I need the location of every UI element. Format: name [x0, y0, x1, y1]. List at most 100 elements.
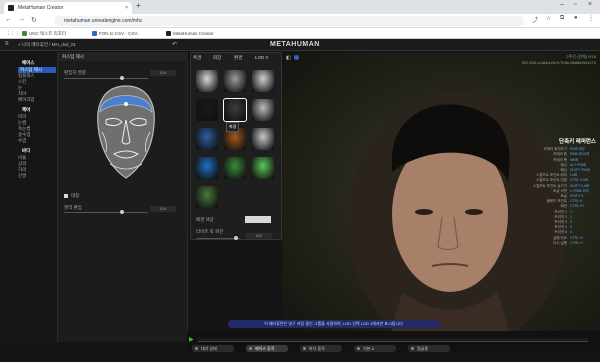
timeline[interactable] [198, 338, 588, 342]
light-rotation-label: 라이트 락 회전 [196, 229, 224, 234]
new-tab-icon[interactable]: + [136, 1, 141, 10]
nav-section-title: 바디 [22, 148, 31, 153]
profile-icon[interactable]: ● [574, 15, 578, 21]
share-icon[interactable]: ⤴ [532, 15, 538, 24]
back-icon[interactable]: ← [5, 16, 12, 23]
lighting-preset-tile[interactable] [252, 99, 274, 121]
tab-render[interactable]: 화장 [213, 55, 221, 61]
tab-lighting[interactable]: 촉경 [193, 55, 201, 61]
background-color-label: 배경 색상 [196, 217, 214, 222]
shortcut-row: 다시 실행 CTRL+Y [490, 241, 596, 246]
lighting-preset-tile[interactable] [223, 98, 247, 122]
undo-icon[interactable]: ↶ [172, 41, 177, 48]
animation-mode-button[interactable]: 대기 상태 [192, 345, 234, 352]
nav-section-title: 페이스 [22, 60, 35, 65]
slider2-knob[interactable] [120, 210, 124, 214]
lighting-preset-tile[interactable] [224, 70, 246, 92]
slider2-value[interactable]: 0.4 [150, 206, 176, 212]
tab-environment[interactable]: 환경 [234, 55, 242, 61]
slider1-value[interactable]: 0.4 [150, 70, 176, 76]
slider1-label: 편집자 영향 [64, 70, 86, 75]
bookmark-item[interactable]: FON to CSV - CSV.. [92, 28, 139, 39]
metahuman-favicon [8, 5, 14, 11]
viewport-toggle-icon[interactable] [294, 55, 299, 60]
camera-icon[interactable]: ◧ [286, 55, 291, 61]
button-label: 기본 A [363, 346, 375, 351]
bookmark-item[interactable]: MetaHuman Creator [166, 28, 214, 39]
lighting-preset-tile[interactable] [252, 128, 274, 150]
nav-item[interactable]: 메이크업 [18, 97, 35, 103]
browser-tab[interactable]: MetaHuman Creator × [4, 2, 132, 14]
shortcut-key: CTRL+Y [570, 240, 584, 245]
lighting-preset-tile[interactable] [196, 99, 218, 121]
breadcrumb[interactable]: < 나의 메타휴먼 / MH_dvd_01 [18, 42, 76, 48]
lighting-preset-tile[interactable] [196, 186, 218, 208]
nav-item[interactable]: 신발 [18, 173, 26, 179]
button-label: 대기 상태 [201, 346, 217, 351]
bookmark-label: MetaHuman Creator [173, 31, 214, 36]
mode-dot-icon [249, 347, 252, 350]
shortcut-action: 다시 실행 [553, 240, 567, 245]
light-rotation-value[interactable]: 0.0 [246, 233, 272, 239]
hamburger-icon[interactable]: ≡ [5, 41, 9, 47]
url-field[interactable]: metahuman.unrealengine.com/mhc [54, 16, 524, 26]
app-logo: METAHUMAN [270, 41, 320, 48]
bookmark-icon [92, 31, 97, 37]
viewport-info: 2주간 (전체) 0/16 301-630-a-x64a-f9e9-7b5b-5… [520, 54, 596, 66]
lighting-preset-tile[interactable] [252, 157, 274, 179]
mode-dot-icon [195, 347, 198, 350]
maximize-icon[interactable]: ▫ [574, 1, 576, 8]
info-line: 301-630-a-x64a-f9e9-7b5b-5688ef304475 [521, 60, 596, 65]
lighting-preset-tile[interactable] [224, 157, 246, 179]
bookmarks-bar: ⋮⋮⋮ UNC 텍스트 리포터 FON to CSV - CSV.. MetaH… [0, 28, 600, 39]
nav-item[interactable]: 수염 [18, 138, 26, 144]
window-close-icon[interactable]: × [588, 1, 592, 8]
tab-title: MetaHuman Creator [18, 5, 64, 11]
shortcut-title: 단축키 레퍼런스 [559, 139, 596, 145]
nav-section-title: 헤어 [22, 107, 31, 112]
symmetry-checkbox[interactable] [64, 194, 68, 198]
bookmark-label: UNC 텍스트 리포터 [29, 31, 67, 36]
mode-dot-icon [411, 347, 414, 350]
bookmark-item[interactable]: UNC 텍스트 리포터 [22, 28, 66, 39]
animation-mode-button[interactable]: 바디 동작 [300, 345, 342, 352]
mode-dot-icon [303, 347, 306, 350]
button-label: 페이스 동작 [255, 346, 275, 351]
lighting-preset-tile[interactable] [196, 157, 218, 179]
background-color-swatch[interactable] [245, 216, 271, 223]
animation-mode-button[interactable]: 얼굴용 [408, 345, 450, 352]
forward-icon[interactable]: → [18, 16, 25, 23]
tab-lod[interactable]: LOD 0 [255, 55, 268, 60]
light-rotation-knob[interactable] [234, 236, 238, 240]
extensions-icon[interactable]: ⧉ [560, 15, 564, 22]
menu-kebab-icon[interactable]: ⋮ [588, 15, 594, 22]
bookmark-star-icon[interactable]: ☆ [546, 15, 551, 22]
lod-notice: 이 메타휴먼은 영구 저장 중인 그룹을 사용하여, LOD 선택 LOD 1에… [228, 320, 440, 328]
lighting-preset-tile[interactable] [196, 70, 218, 92]
bookmark-label: FON to CSV - CSV.. [99, 31, 140, 36]
slider1-knob[interactable] [120, 76, 124, 80]
lighting-preset-tile[interactable] [252, 70, 274, 92]
close-tab-icon[interactable]: × [125, 2, 128, 14]
animation-mode-button[interactable]: 페이스 동작 [246, 345, 288, 352]
panel-title: 커스텀 헤시 [58, 52, 188, 61]
reload-icon[interactable]: ↻ [31, 16, 37, 24]
left-navigation [0, 52, 58, 342]
symmetry-label: 대칭 [71, 193, 80, 198]
mode-dot-icon [357, 347, 360, 350]
lighting-preset-tile[interactable] [196, 128, 218, 150]
play-icon[interactable]: ▶ [189, 336, 194, 343]
minimize-icon[interactable]: – [560, 1, 564, 8]
bookmark-icon [166, 31, 171, 37]
slider1-track[interactable] [64, 78, 148, 79]
slider2-track[interactable] [64, 212, 148, 213]
tile-tooltip: 촉경 [226, 122, 240, 132]
slider2-label: 영역 편집 [64, 205, 82, 210]
button-label: 바디 동작 [309, 346, 325, 351]
face-region-diagram[interactable] [86, 82, 166, 182]
shortcut-reference: 단축키 레퍼런스 카메라 회전하기 RMB 좌우 카메라 줌 RMB 위/아래 카메라 … [490, 139, 596, 246]
animation-mode-button[interactable]: 기본 A [354, 345, 396, 352]
apps-icon[interactable]: ⋮⋮⋮ [6, 28, 20, 39]
bookmark-icon [22, 31, 27, 37]
button-label: 얼굴용 [417, 346, 429, 351]
